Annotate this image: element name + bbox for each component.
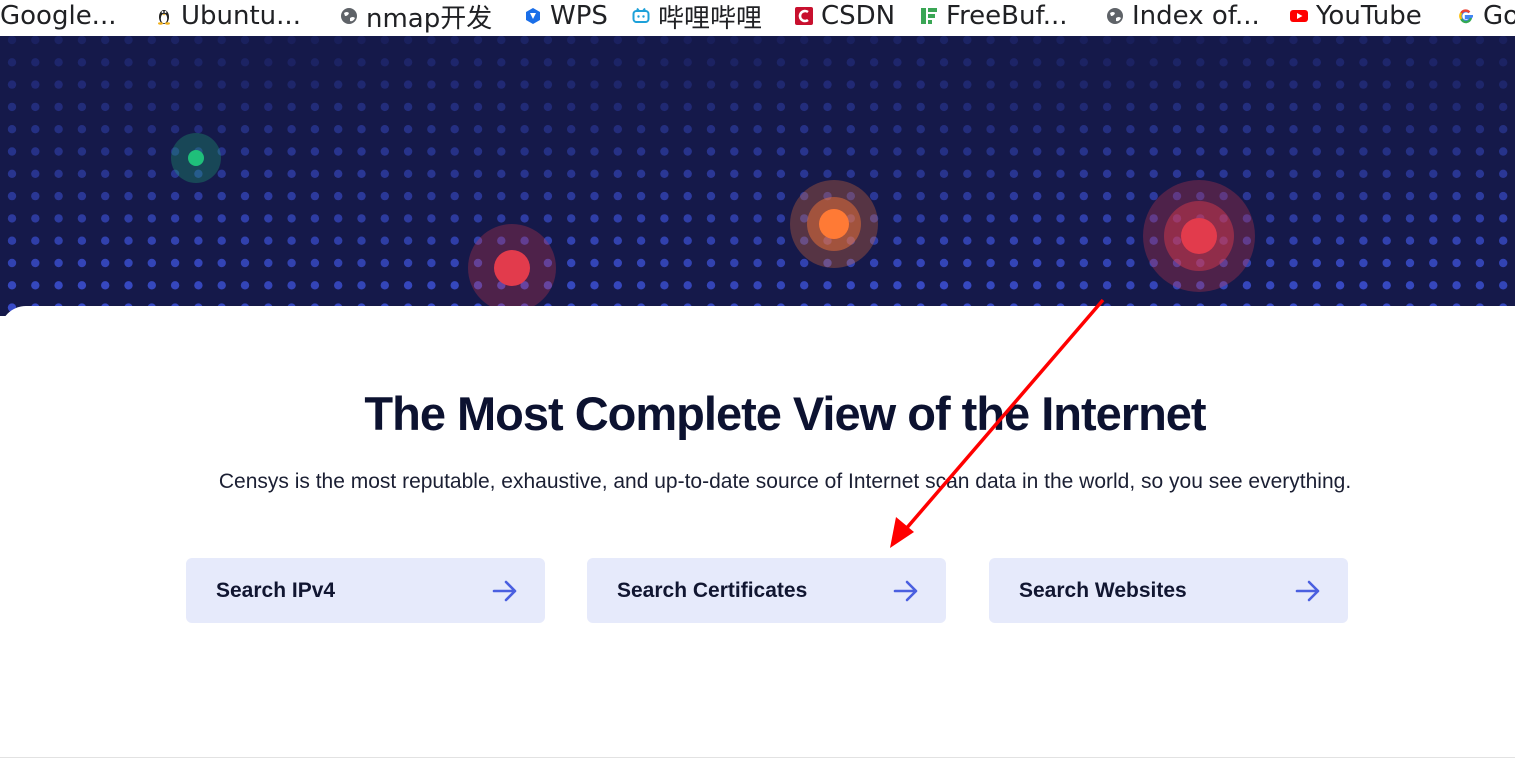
page-subtitle: Censys is the most reputable, exhaustive… [218, 470, 1352, 493]
bookmark-label: YouTube [1316, 1, 1422, 31]
bookmark-label: Ubuntu... [181, 1, 301, 31]
linux-penguin-icon [155, 7, 173, 25]
youtube-icon [1290, 7, 1308, 25]
arrow-right-icon [1295, 580, 1320, 601]
bookmark-label: 哔哩哔哩 [658, 3, 763, 34]
search-ipv4-button[interactable]: Search IPv4 [186, 558, 545, 623]
bookmark-label: FreeBuf... [946, 1, 1068, 31]
bilibili-icon [632, 7, 650, 25]
green-marker [171, 133, 221, 183]
bookmark-freebuf[interactable]: FreeBuf... [920, 0, 1068, 32]
red-marker [1143, 180, 1255, 292]
bookmark-label: nmap开发 [366, 3, 493, 34]
bookmark-label: Go [1483, 1, 1515, 31]
button-label: Search Certificates [617, 578, 808, 602]
red-marker [468, 224, 556, 312]
bookmark-wps[interactable]: WPS [524, 0, 608, 32]
bookmark-csdn[interactable]: CSDN [795, 0, 895, 32]
orange-marker [790, 180, 878, 268]
bookmark-label: WPS [550, 1, 608, 31]
google-icon [1457, 7, 1475, 25]
globe-icon [1106, 7, 1124, 25]
bookmark-label: Index of... [1132, 1, 1260, 31]
bookmark-nmap[interactable]: nmap开发 [340, 0, 493, 34]
wps-icon [524, 7, 542, 25]
arrow-right-icon [893, 580, 918, 601]
content-card [0, 306, 1515, 756]
bookmark-index-of[interactable]: Index of... [1106, 0, 1260, 32]
bookmark-youtube[interactable]: YouTube [1290, 0, 1422, 32]
freebuf-icon [920, 7, 938, 25]
bookmark-ubuntu[interactable]: Ubuntu... [155, 0, 301, 32]
hero-dot-grid [7, 36, 1508, 312]
globe-icon [340, 7, 358, 25]
search-certificates-button[interactable]: Search Certificates [587, 558, 946, 623]
button-label: Search IPv4 [216, 578, 336, 602]
button-label: Search Websites [1019, 578, 1187, 602]
bookmark-label: Google... [0, 1, 117, 31]
arrow-right-icon [492, 580, 517, 601]
search-websites-button[interactable]: Search Websites [989, 558, 1348, 623]
bookmark-google-2[interactable]: Go [1457, 0, 1515, 32]
bookmark-bilibili[interactable]: 哔哩哔哩 [632, 0, 763, 34]
bookmarks-bar: Google... Ubuntu... nmap开发 WPS 哔哩哔哩 CSDN… [0, 0, 1515, 36]
csdn-icon [795, 7, 813, 25]
hero-dot-map [0, 36, 1515, 316]
bookmark-google[interactable]: Google... [0, 0, 116, 32]
section-divider [0, 757, 1515, 758]
bookmark-label: CSDN [821, 1, 896, 31]
page-title: The Most Complete View of the Internet [364, 387, 1206, 440]
